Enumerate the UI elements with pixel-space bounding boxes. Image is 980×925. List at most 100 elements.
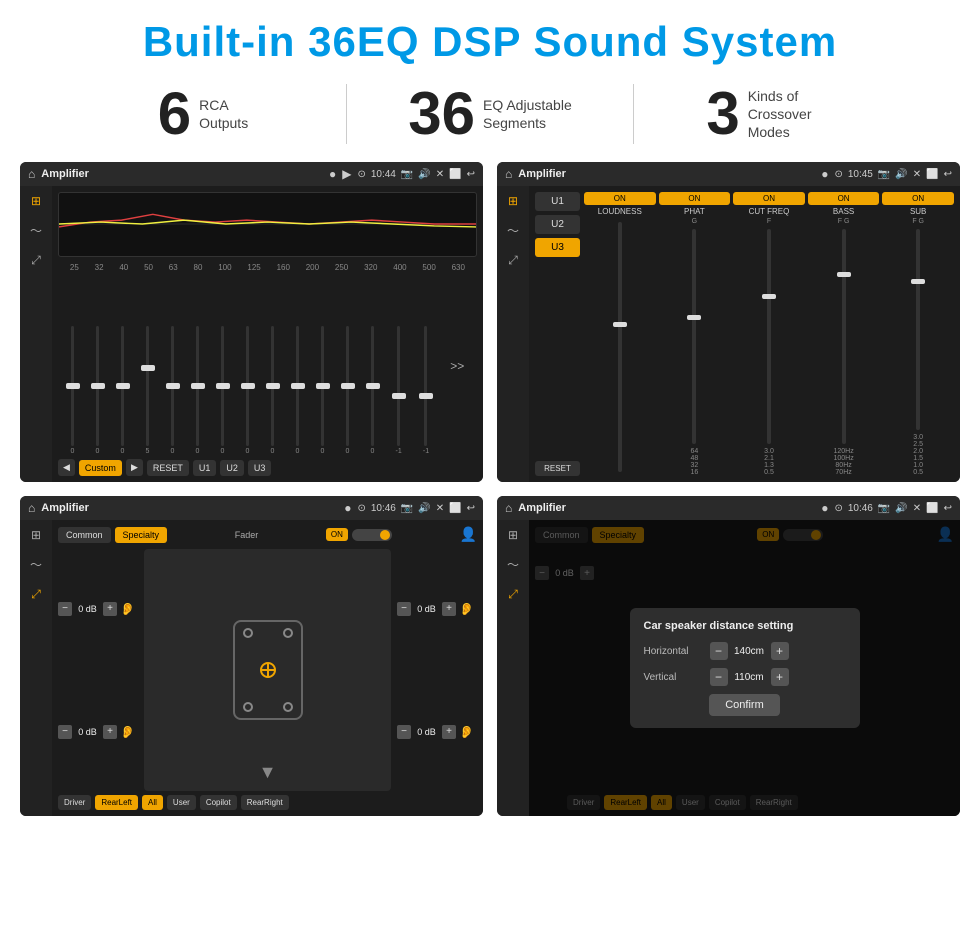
home-icon[interactable]: ⌂ bbox=[28, 167, 35, 181]
screen-icon: ⬜ bbox=[449, 169, 461, 180]
close-icon-4[interactable]: ✕ bbox=[913, 503, 921, 514]
vertical-plus-btn[interactable]: + bbox=[771, 668, 789, 686]
eq-u2-btn[interactable]: U2 bbox=[220, 460, 244, 476]
wave-sidebar-icon[interactable]: 〜 bbox=[30, 222, 42, 239]
u1-btn[interactable]: U1 bbox=[535, 192, 580, 211]
eq-icon-2[interactable]: ⊞ bbox=[508, 194, 518, 208]
dialog-main: Common Specialty ON 👤 − 0 dB bbox=[529, 520, 960, 816]
vol-row-2: − 0 dB + 👂 bbox=[397, 602, 477, 616]
camera-icon-3: 📷 bbox=[401, 503, 413, 514]
specialty-tab[interactable]: Specialty bbox=[115, 527, 168, 543]
eq-custom-btn[interactable]: Custom bbox=[79, 460, 122, 476]
close-icon-2[interactable]: ✕ bbox=[913, 169, 921, 180]
eq-slider-4: 0 bbox=[171, 276, 175, 455]
sidebar-crossover: ⊞ 〜 ⤢ bbox=[497, 186, 529, 482]
sidebar-eq: ⊞ 〜 ⤢ bbox=[20, 186, 52, 482]
fader-body-inner: − 0 dB + 👂 − 0 dB + 👂 bbox=[58, 549, 477, 791]
crossover-reset-btn[interactable]: RESET bbox=[535, 461, 580, 476]
vol-minus-1[interactable]: − bbox=[58, 725, 72, 739]
rearleft-btn[interactable]: RearLeft bbox=[95, 795, 138, 810]
vol-row-1: − 0 dB + 👂 bbox=[58, 725, 138, 739]
sub-on-btn[interactable]: ON bbox=[882, 192, 954, 205]
location-icon-2: ⊙ bbox=[834, 169, 842, 180]
vertical-value: 110cm bbox=[732, 672, 767, 683]
fader-bottom-buttons: Driver RearLeft All User Copilot RearRig… bbox=[58, 795, 477, 810]
vol-minus-0[interactable]: − bbox=[58, 602, 72, 616]
back-icon-4[interactable]: ↩ bbox=[944, 503, 952, 514]
user-btn[interactable]: User bbox=[167, 795, 196, 810]
play-icon-eq[interactable]: ▶ bbox=[342, 167, 351, 181]
horizontal-row: Horizontal − 140cm + bbox=[644, 642, 846, 660]
driver-btn[interactable]: Driver bbox=[58, 795, 91, 810]
home-icon-2[interactable]: ⌂ bbox=[505, 167, 512, 181]
eq-icon-4[interactable]: ⊞ bbox=[508, 528, 518, 542]
eq-prev-btn[interactable]: ◀ bbox=[58, 459, 75, 476]
vol-val-0: 0 dB bbox=[75, 604, 100, 614]
eq-sidebar-icon[interactable]: ⊞ bbox=[31, 194, 41, 208]
back-icon-3[interactable]: ↩ bbox=[467, 503, 475, 514]
wave-icon-2[interactable]: 〜 bbox=[507, 222, 519, 239]
vol-plus-1[interactable]: + bbox=[103, 725, 117, 739]
person-icon[interactable]: 👤 bbox=[460, 526, 477, 543]
vertical-minus-btn[interactable]: − bbox=[710, 668, 728, 686]
topbar-title-crossover: Amplifier bbox=[518, 168, 815, 180]
stats-row: 6 RCAOutputs 36 EQ AdjustableSegments 3 … bbox=[0, 76, 980, 158]
cutfreq-on-btn[interactable]: ON bbox=[733, 192, 805, 205]
horizontal-plus-btn[interactable]: + bbox=[771, 642, 789, 660]
horizontal-value: 140cm bbox=[732, 646, 767, 657]
stat-number-eq: 36 bbox=[408, 84, 475, 144]
close-icon-3[interactable]: ✕ bbox=[436, 503, 444, 514]
eq-next-icon[interactable]: >> bbox=[450, 359, 464, 373]
arrows-icon-3[interactable]: ⤢ bbox=[31, 587, 41, 602]
vol-minus-3[interactable]: − bbox=[397, 725, 411, 739]
horizontal-minus-btn[interactable]: − bbox=[710, 642, 728, 660]
arrows-icon-4[interactable]: ⤢ bbox=[508, 587, 518, 602]
all-btn[interactable]: All bbox=[142, 795, 163, 810]
page-title: Built-in 36EQ DSP Sound System bbox=[20, 18, 960, 66]
location-icon-3: ⊙ bbox=[357, 503, 365, 514]
copilot-btn[interactable]: Copilot bbox=[200, 795, 237, 810]
wave-icon-4[interactable]: 〜 bbox=[507, 556, 519, 573]
eq-main: 253240506380100125160200250320400500630 … bbox=[52, 186, 483, 482]
topbar-eq: ⌂ Amplifier ● ▶ ⊙ 10:44 📷 🔊 ✕ ⬜ ↩ bbox=[20, 162, 483, 186]
topbar-dialog: ⌂ Amplifier ● ⊙ 10:46 📷 🔊 ✕ ⬜ ↩ bbox=[497, 496, 960, 520]
home-icon-3[interactable]: ⌂ bbox=[28, 501, 35, 515]
u2-btn[interactable]: U2 bbox=[535, 215, 580, 234]
bass-on-btn[interactable]: ON bbox=[808, 192, 880, 205]
vol-plus-2[interactable]: + bbox=[442, 602, 456, 616]
vol-minus-2[interactable]: − bbox=[397, 602, 411, 616]
eq-next-btn[interactable]: ▶ bbox=[126, 459, 143, 476]
rearright-btn[interactable]: RearRight bbox=[241, 795, 289, 810]
eq-reset-btn[interactable]: RESET bbox=[147, 460, 189, 476]
back-icon[interactable]: ↩ bbox=[467, 169, 475, 180]
arrows-sidebar-icon[interactable]: ⤢ bbox=[31, 253, 41, 268]
eq-u3-btn[interactable]: U3 bbox=[248, 460, 272, 476]
cutfreq-label: CUT FREQ bbox=[749, 207, 790, 216]
topbar-time-crossover: 10:45 bbox=[848, 169, 873, 180]
vertical-label: Vertical bbox=[644, 672, 704, 683]
wave-icon-3[interactable]: 〜 bbox=[30, 556, 42, 573]
sidebar-fader: ⊞ 〜 ⤢ bbox=[20, 520, 52, 816]
phat-on-btn[interactable]: ON bbox=[659, 192, 731, 205]
topbar-time-dialog: 10:46 bbox=[848, 503, 873, 514]
crossover-u-buttons: U1 U2 U3 RESET bbox=[535, 192, 580, 476]
u3-btn[interactable]: U3 bbox=[535, 238, 580, 257]
stat-text-rca: RCAOutputs bbox=[199, 96, 248, 132]
fader-on-btn[interactable]: ON bbox=[326, 528, 348, 541]
stat-number-crossover: 3 bbox=[706, 84, 739, 144]
back-icon-2[interactable]: ↩ bbox=[944, 169, 952, 180]
common-tab[interactable]: Common bbox=[58, 527, 111, 543]
close-icon[interactable]: ✕ bbox=[436, 169, 444, 180]
fader-left-vols: − 0 dB + 👂 − 0 dB + 👂 bbox=[58, 549, 138, 791]
eq-bottom-controls: ◀ Custom ▶ RESET U1 U2 U3 bbox=[58, 459, 477, 476]
eq-icon-3[interactable]: ⊞ bbox=[31, 528, 41, 542]
vol-plus-0[interactable]: + bbox=[103, 602, 117, 616]
vol-plus-3[interactable]: + bbox=[442, 725, 456, 739]
loudness-on-btn[interactable]: ON bbox=[584, 192, 656, 205]
horizontal-stepper: − 140cm + bbox=[710, 642, 789, 660]
home-icon-4[interactable]: ⌂ bbox=[505, 501, 512, 515]
confirm-button[interactable]: Confirm bbox=[709, 694, 780, 716]
channel-phat: ON PHAT G 64 48 32 16 bbox=[659, 192, 731, 476]
eq-u1-btn[interactable]: U1 bbox=[193, 460, 217, 476]
arrows-icon-2[interactable]: ⤢ bbox=[508, 253, 518, 268]
